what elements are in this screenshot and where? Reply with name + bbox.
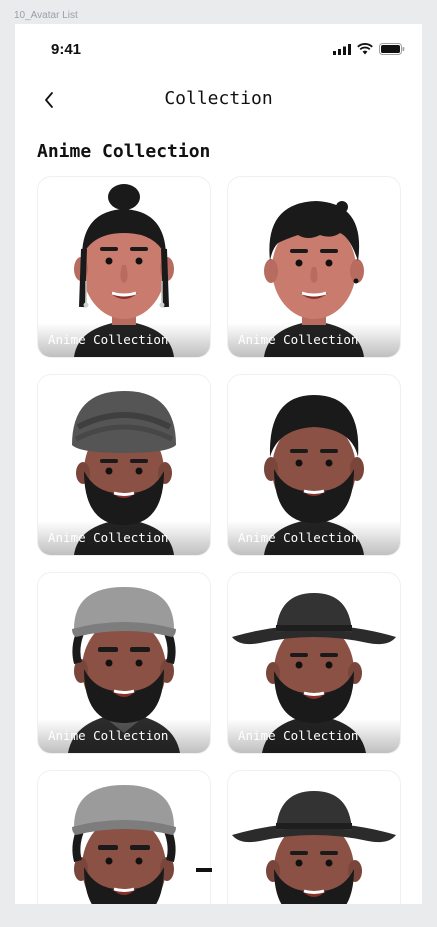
status-icons — [333, 43, 405, 55]
avatar-card[interactable]: Anime Collection — [37, 374, 211, 556]
avatar-hat-icon — [232, 791, 396, 904]
home-indicator — [196, 868, 212, 872]
card-label: Anime Collection — [48, 728, 169, 743]
avatar-card[interactable]: Anime Collection — [37, 176, 211, 358]
avatar-card[interactable] — [37, 770, 211, 904]
card-label: Anime Collection — [238, 530, 359, 545]
status-bar: 9:41 — [15, 24, 422, 78]
page-title: Collection — [164, 88, 273, 109]
phone-screen: 9:41 Collection Anime Collection Anime C… — [15, 24, 422, 904]
nav-bar: Collection — [15, 82, 422, 120]
signal-icon — [333, 43, 351, 55]
status-time: 9:41 — [51, 41, 82, 58]
avatar-card[interactable]: Anime Collection — [227, 176, 401, 358]
battery-icon — [379, 43, 405, 55]
card-label: Anime Collection — [238, 728, 359, 743]
avatar-card[interactable]: Anime Collection — [37, 572, 211, 754]
avatar-card[interactable]: Anime Collection — [227, 374, 401, 556]
section-title: Anime Collection — [37, 141, 211, 162]
card-label: Anime Collection — [238, 332, 359, 347]
avatar-card[interactable] — [227, 770, 401, 904]
avatar-card[interactable]: Anime Collection — [227, 572, 401, 754]
wifi-icon — [357, 43, 373, 55]
card-label: Anime Collection — [48, 332, 169, 347]
avatar-cap-icon — [72, 785, 176, 904]
card-label: Anime Collection — [48, 530, 169, 545]
frame-label: 10_Avatar List — [14, 10, 78, 21]
